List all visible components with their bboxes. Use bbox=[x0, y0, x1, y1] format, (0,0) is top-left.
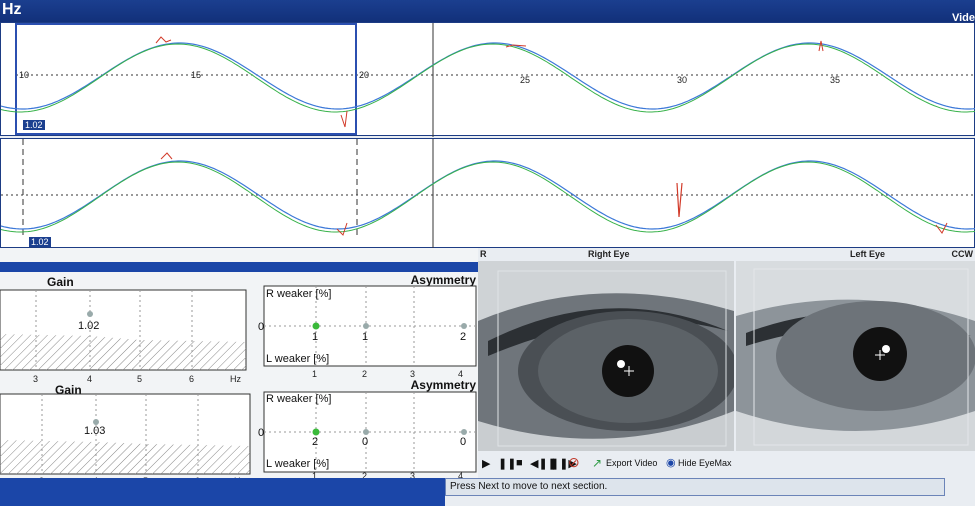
l-weaker-label: L weaker [%] bbox=[266, 458, 330, 470]
tick-label: 20 bbox=[359, 70, 370, 80]
ccw-label: CCW bbox=[951, 249, 974, 259]
play-button[interactable]: ▶ bbox=[482, 457, 490, 470]
l-weaker-label: L weaker [%] bbox=[266, 353, 330, 365]
gain-plot-upper bbox=[0, 289, 247, 371]
right-eye-video[interactable] bbox=[478, 261, 734, 451]
asymmetry-value: 1 bbox=[362, 331, 369, 343]
trace-value-badge: 1.02 bbox=[29, 237, 51, 247]
asymmetry-chart-lower: Asymmetry R weaker [%] L weaker [%] 0 2 … bbox=[258, 378, 478, 481]
lower-trace-panel: 1.02 bbox=[0, 138, 975, 249]
export-icon[interactable]: ↗ bbox=[592, 456, 602, 470]
status-message: Press Next to move to next section. bbox=[450, 481, 608, 492]
bottom-bar bbox=[0, 478, 445, 506]
left-eye-label: Left Eye bbox=[850, 249, 886, 259]
zero-label: 0 bbox=[258, 427, 265, 439]
r-weaker-label: R weaker [%] bbox=[266, 288, 332, 300]
asymmetry-value: 0 bbox=[460, 436, 467, 448]
title-bar: Hz Vide bbox=[0, 0, 975, 24]
tick-label: 25 bbox=[520, 75, 531, 85]
tick-label: 10 bbox=[19, 70, 30, 80]
asymmetry-value: 1 bbox=[312, 331, 319, 343]
gain-chart-upper: Gain 1.02 3 4 5 6 Hz bbox=[0, 272, 255, 384]
zero-label: 0 bbox=[258, 321, 265, 333]
gain-chart-lower: Gain 1.03 3 4 5 6 Hz bbox=[0, 380, 255, 486]
video-header: R Right Eye Left Eye CCW bbox=[478, 248, 975, 261]
left-eye-image bbox=[736, 261, 975, 451]
section-divider bbox=[0, 262, 478, 272]
unit-label: Hz bbox=[2, 1, 22, 18]
pause-button[interactable]: ❚❚ bbox=[498, 457, 516, 470]
upper-trace-panel: 10 15 20 25 30 35 1.02 bbox=[0, 22, 975, 137]
playback-toolbar: ▶ ❚❚ ■ ◀❚❚ ❚❚▶ ⊘ ↗ Export Video ◉ Hide E… bbox=[478, 451, 975, 475]
right-eye-image bbox=[478, 261, 734, 451]
record-icon[interactable]: ⊘ bbox=[568, 454, 580, 471]
trace-value-badge: 1.02 bbox=[23, 120, 45, 130]
r-weaker-label: R weaker [%] bbox=[266, 393, 332, 405]
lower-trace-plot bbox=[0, 139, 975, 249]
asymmetry-value: 2 bbox=[312, 436, 319, 448]
stop-button[interactable]: ■ bbox=[516, 457, 523, 469]
gain-plot-lower bbox=[0, 393, 251, 475]
eye-icon[interactable]: ◉ bbox=[666, 456, 676, 469]
r-label: R bbox=[480, 249, 487, 259]
asymmetry-chart-upper: Asymmetry R weaker [%] L weaker [%] 0 1 … bbox=[258, 272, 478, 382]
gain-value: 1.02 bbox=[78, 320, 100, 332]
left-eye-video[interactable] bbox=[736, 261, 975, 451]
tick-label: 15 bbox=[191, 70, 202, 80]
export-video-button[interactable]: Export Video bbox=[606, 458, 657, 468]
gain-value: 1.03 bbox=[84, 425, 106, 437]
asymmetry-value: 2 bbox=[460, 331, 467, 343]
tick-label: 30 bbox=[677, 75, 688, 85]
tick-label: 35 bbox=[830, 75, 841, 85]
upper-trace-plot bbox=[0, 23, 975, 137]
status-bar: Press Next to move to next section. bbox=[445, 478, 945, 496]
asymmetry-value: 0 bbox=[362, 436, 369, 448]
selection-box bbox=[15, 23, 357, 135]
right-eye-label: Right Eye bbox=[588, 249, 630, 259]
hide-eyemax-button[interactable]: Hide EyeMax bbox=[678, 458, 732, 468]
